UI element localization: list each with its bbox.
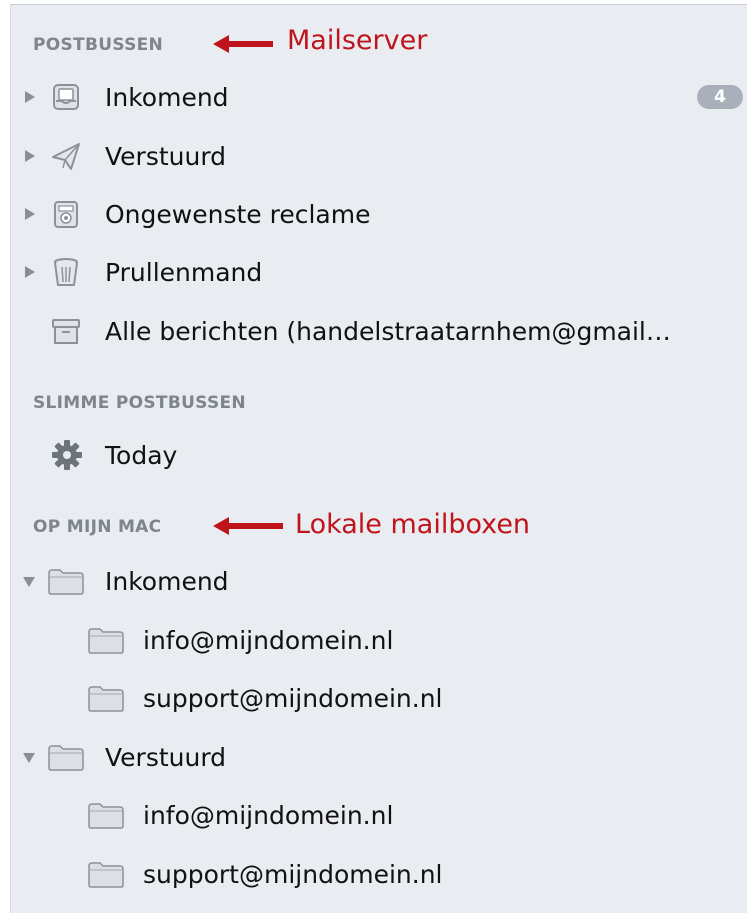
mailbox-label: Prullenmand bbox=[105, 258, 263, 287]
folder-icon bbox=[48, 745, 84, 771]
inbox-icon bbox=[53, 84, 79, 110]
disclosure-triangle-collapsed[interactable] bbox=[25, 91, 35, 103]
local-folder-inkomend[interactable]: Inkomend bbox=[11, 561, 747, 601]
mailbox-label: Inkomend bbox=[105, 83, 229, 112]
folder-label: info@mijndomein.nl bbox=[143, 801, 394, 830]
mailbox-label: Today bbox=[105, 441, 178, 470]
folder-label: Verstuurd bbox=[105, 743, 227, 772]
section-header-slimme-postbussen: SLIMME POSTBUSSEN bbox=[33, 393, 246, 413]
annotation-mailserver: Mailserver bbox=[287, 25, 428, 56]
folder-label: info@mijndomein.nl bbox=[143, 626, 394, 655]
trash-icon bbox=[54, 258, 78, 286]
folder-icon bbox=[88, 686, 124, 712]
mailbox-label: Verstuurd bbox=[105, 142, 227, 171]
folder-icon bbox=[48, 569, 84, 595]
local-folder-item[interactable]: support@mijndomein.nl bbox=[11, 678, 747, 718]
folder-label: Inkomend bbox=[105, 567, 229, 596]
annotation-arrow-lokaal bbox=[213, 517, 283, 535]
section-header-op-mijn-mac: OP MIJN MAC bbox=[33, 517, 162, 537]
local-folder-verstuurd[interactable]: Verstuurd bbox=[11, 737, 747, 777]
disclosure-triangle-expanded[interactable] bbox=[23, 753, 35, 763]
folder-icon bbox=[88, 803, 124, 829]
archive-icon bbox=[52, 319, 80, 344]
junk-icon bbox=[54, 201, 78, 228]
mailbox-sidebar: POSTBUSSEN Mailserver Inkomend 4 Verstuu… bbox=[10, 4, 747, 913]
section-header-postbussen: POSTBUSSEN bbox=[33, 35, 164, 55]
unread-count-badge: 4 bbox=[697, 85, 743, 109]
mailbox-label: Ongewenste reclame bbox=[105, 200, 371, 229]
mailbox-item-prullenmand[interactable]: Prullenmand bbox=[11, 252, 747, 292]
folder-icon bbox=[88, 628, 124, 654]
mailbox-item-inkomend[interactable]: Inkomend 4 bbox=[11, 77, 747, 117]
folder-label: support@mijndomein.nl bbox=[143, 684, 443, 713]
mailbox-item-verstuurd[interactable]: Verstuurd bbox=[11, 136, 747, 176]
disclosure-triangle-collapsed[interactable] bbox=[25, 150, 35, 162]
disclosure-triangle-expanded[interactable] bbox=[23, 577, 35, 587]
disclosure-triangle-collapsed[interactable] bbox=[25, 208, 35, 220]
gear-icon bbox=[52, 440, 82, 470]
mailbox-item-ongewenste-reclame[interactable]: Ongewenste reclame bbox=[11, 194, 747, 234]
local-folder-item[interactable]: info@mijndomein.nl bbox=[11, 795, 747, 835]
mailbox-item-alle-berichten[interactable]: Alle berichten (handelstraatarnhem@gmail… bbox=[11, 311, 747, 351]
mailbox-label: Alle berichten (handelstraatarnhem@gmail… bbox=[105, 317, 671, 346]
folder-icon bbox=[88, 862, 124, 888]
local-folder-item[interactable]: support@mijndomein.nl bbox=[11, 854, 747, 894]
folder-label: support@mijndomein.nl bbox=[143, 860, 443, 889]
annotation-arrow-mailserver bbox=[213, 35, 273, 53]
local-folder-item[interactable]: info@mijndomein.nl bbox=[11, 620, 747, 660]
disclosure-triangle-collapsed[interactable] bbox=[25, 266, 35, 278]
annotation-lokale-mailboxen: Lokale mailboxen bbox=[295, 509, 531, 540]
paper-plane-icon bbox=[52, 143, 80, 170]
smart-mailbox-item-today[interactable]: Today bbox=[11, 435, 747, 475]
